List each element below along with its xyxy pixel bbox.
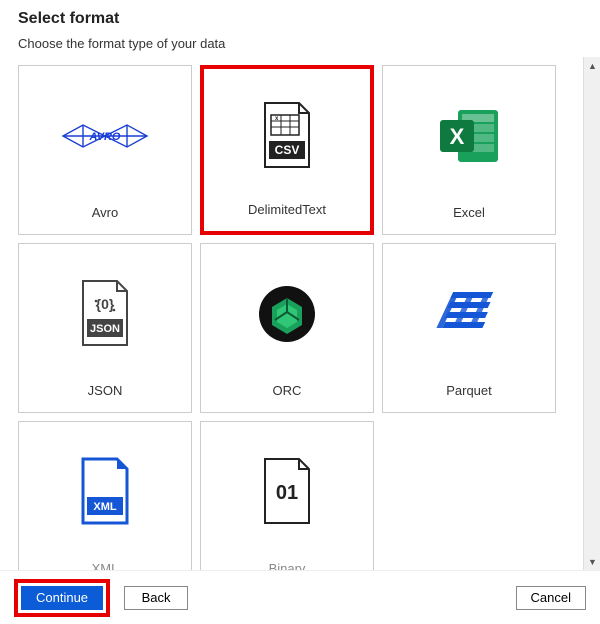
svg-text:JSON: JSON [90,323,120,335]
cancel-button[interactable]: Cancel [516,586,586,610]
json-icon: {0} JSON [77,244,133,383]
format-tile-excel[interactable]: X Excel [382,65,556,235]
parquet-icon [434,244,504,383]
svg-text:{0}: {0} [96,296,115,312]
continue-highlight: Continue [14,579,110,617]
format-tile-binary[interactable]: 01 Binary [200,421,374,570]
format-tile-delimitedtext[interactable]: x CSV DelimitedText [200,65,374,235]
continue-button[interactable]: Continue [21,586,103,610]
format-label: ORC [273,383,302,412]
xml-icon: XML [77,422,133,561]
format-tile-parquet[interactable]: Parquet [382,243,556,413]
svg-text:AVRO: AVRO [89,131,121,143]
format-tile-json[interactable]: {0} JSON JSON [18,243,192,413]
svg-text:01: 01 [276,482,298,504]
dialog-footer: Continue Back Cancel [0,570,600,624]
vertical-scrollbar[interactable]: ▲ ▼ [583,57,600,570]
format-label: JSON [88,383,123,412]
svg-text:X: X [450,124,465,149]
back-button[interactable]: Back [124,586,188,610]
svg-text:CSV: CSV [275,143,300,157]
format-label: Excel [453,205,485,234]
csv-icon: x CSV [259,69,315,202]
format-label: XML [92,561,119,570]
dialog-header: Select format Choose the format type of … [0,0,600,57]
svg-text:XML: XML [93,501,117,513]
format-tile-orc[interactable]: ORC [200,243,374,413]
avro-icon: AVRO [61,66,149,205]
scroll-up-arrow[interactable]: ▲ [584,57,600,74]
format-label: Parquet [446,383,492,412]
excel-icon: X [434,66,504,205]
page-subtitle: Choose the format type of your data [18,36,582,51]
orc-icon [255,244,319,383]
format-label: DelimitedText [248,202,326,231]
scroll-down-arrow[interactable]: ▼ [584,553,600,570]
format-label: Binary [269,561,306,570]
format-label: Avro [92,205,119,234]
binary-icon: 01 [259,422,315,561]
format-grid: AVRO Avro [18,61,583,570]
format-tile-avro[interactable]: AVRO Avro [18,65,192,235]
format-tile-xml[interactable]: XML XML [18,421,192,570]
page-title: Select format [18,10,582,28]
